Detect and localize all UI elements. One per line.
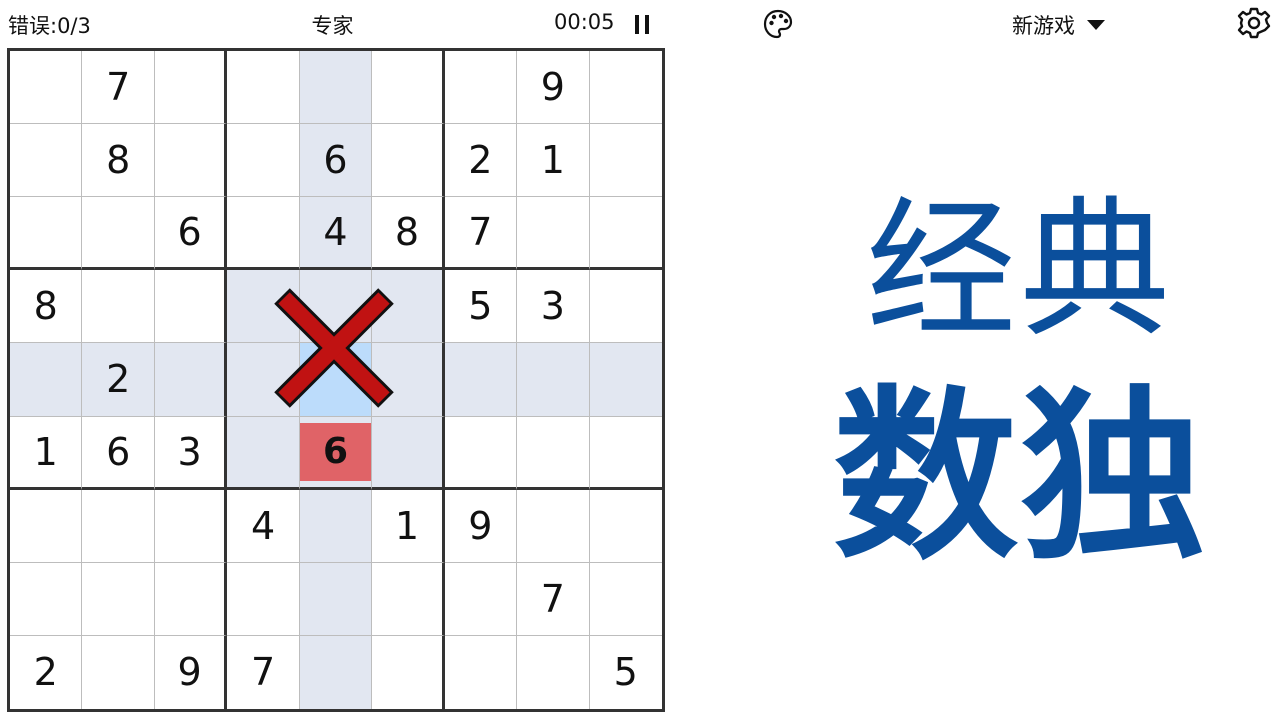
sudoku-cell[interactable] [154, 343, 228, 417]
new-game-label: 新游戏 [1012, 14, 1075, 38]
sudoku-cell[interactable] [372, 51, 445, 125]
sudoku-cell[interactable] [10, 343, 83, 417]
sudoku-cell[interactable]: 7 [517, 562, 590, 636]
sudoku-cell[interactable] [82, 270, 155, 344]
error-cell-value: 6 [299, 422, 372, 481]
sudoku-cell[interactable] [517, 197, 590, 271]
sudoku-cell[interactable]: 5 [590, 636, 662, 709]
sudoku-cell[interactable] [517, 489, 590, 563]
title-classic: 经典 [865, 184, 1174, 358]
sudoku-cell[interactable] [589, 417, 662, 490]
sudoku-cell[interactable]: 1 [517, 124, 590, 198]
sudoku-cell[interactable] [589, 343, 662, 417]
sudoku-cell[interactable]: 6 [299, 416, 373, 490]
sudoku-cell[interactable] [372, 416, 445, 490]
sudoku-cell[interactable] [372, 270, 445, 344]
sudoku-cell[interactable] [589, 51, 662, 125]
sudoku-cell[interactable] [154, 270, 228, 344]
sudoku-cell[interactable] [82, 635, 155, 709]
sudoku-cell[interactable]: 3 [517, 270, 590, 344]
sudoku-cell[interactable]: 4 [227, 489, 300, 563]
sudoku-cell[interactable] [299, 562, 373, 636]
sudoku-board: 79862164878532163641972975 [7, 48, 665, 712]
new-game-dropdown[interactable]: 新游戏 [1012, 10, 1105, 40]
sudoku-cell[interactable]: 3 [154, 416, 228, 490]
sudoku-cell[interactable]: 6 [299, 124, 373, 198]
sudoku-cell[interactable]: 7 [444, 197, 518, 271]
sudoku-cell[interactable] [10, 197, 83, 271]
sudoku-cell[interactable]: 8 [82, 124, 155, 198]
sudoku-cell[interactable] [299, 270, 373, 344]
pause-icon [635, 15, 639, 34]
sudoku-cell[interactable]: 2 [82, 343, 155, 417]
sudoku-cell[interactable] [444, 343, 518, 417]
sudoku-cell[interactable] [154, 124, 228, 198]
sudoku-cell[interactable]: 8 [372, 197, 445, 271]
sudoku-cell[interactable] [227, 124, 300, 198]
palette-icon [763, 9, 793, 39]
sudoku-cell[interactable] [299, 51, 373, 125]
sudoku-cell[interactable] [372, 124, 445, 198]
sudoku-cell[interactable] [10, 124, 83, 198]
sudoku-cell[interactable]: 2 [10, 635, 83, 709]
timer: 00:05 [554, 10, 615, 34]
sudoku-cell[interactable]: 6 [82, 416, 155, 490]
sudoku-cell[interactable] [444, 51, 518, 125]
sudoku-cell[interactable]: 1 [372, 489, 445, 563]
sudoku-cell[interactable] [589, 124, 662, 198]
sudoku-cell[interactable] [10, 51, 83, 125]
sudoku-cell[interactable] [154, 51, 228, 125]
sudoku-cell[interactable] [517, 635, 590, 709]
sudoku-cell[interactable] [372, 562, 445, 636]
sudoku-cell[interactable]: 8 [10, 270, 83, 344]
sudoku-cell[interactable] [299, 635, 373, 709]
sudoku-cell[interactable] [589, 563, 662, 636]
sudoku-cell[interactable]: 9 [517, 51, 590, 125]
sudoku-cell[interactable] [154, 489, 228, 563]
sudoku-cell[interactable] [372, 343, 445, 417]
sudoku-cell[interactable] [154, 562, 228, 636]
sudoku-cell[interactable] [517, 343, 590, 417]
gear-icon [1237, 7, 1271, 39]
sudoku-cell[interactable]: 4 [299, 197, 373, 271]
settings-button[interactable] [1237, 6, 1271, 40]
sudoku-cell[interactable] [227, 562, 300, 636]
sudoku-cell[interactable] [372, 635, 445, 709]
sudoku-cell[interactable] [227, 51, 300, 125]
sudoku-cell[interactable] [227, 343, 300, 417]
sudoku-cell[interactable]: 6 [154, 197, 228, 271]
game-header: 错误:0/3 专家 00:05 [0, 0, 665, 48]
sudoku-cell[interactable] [589, 270, 662, 344]
sudoku-cell[interactable]: 9 [444, 489, 518, 563]
sudoku-cell[interactable] [227, 197, 300, 271]
sudoku-cell[interactable] [299, 343, 373, 417]
sudoku-cell[interactable] [82, 197, 155, 271]
sudoku-cell[interactable] [589, 490, 662, 563]
sudoku-cell[interactable] [227, 270, 300, 344]
sudoku-cell[interactable]: 9 [155, 635, 228, 709]
sudoku-cell[interactable] [299, 489, 373, 563]
sudoku-cell[interactable] [82, 489, 155, 563]
pause-button[interactable] [630, 12, 654, 36]
sudoku-cell[interactable]: 7 [227, 635, 300, 709]
sudoku-cell[interactable] [444, 562, 518, 636]
title-sudoku: 数独 [833, 369, 1207, 585]
theme-palette-button[interactable] [762, 8, 794, 40]
sudoku-cell[interactable] [445, 635, 518, 709]
sudoku-cell[interactable] [444, 416, 518, 490]
sudoku-cell[interactable] [517, 416, 590, 490]
sudoku-cell[interactable]: 1 [10, 416, 83, 490]
sudoku-cell[interactable]: 2 [444, 124, 518, 198]
sudoku-cell[interactable]: 5 [444, 270, 518, 344]
sudoku-cell[interactable] [227, 416, 300, 490]
chevron-down-icon [1087, 20, 1105, 30]
sudoku-cell[interactable]: 7 [82, 51, 155, 125]
sudoku-cell[interactable] [10, 562, 83, 636]
sudoku-cell[interactable] [82, 562, 155, 636]
sudoku-cell[interactable] [589, 197, 662, 271]
sudoku-cell[interactable] [10, 489, 83, 563]
